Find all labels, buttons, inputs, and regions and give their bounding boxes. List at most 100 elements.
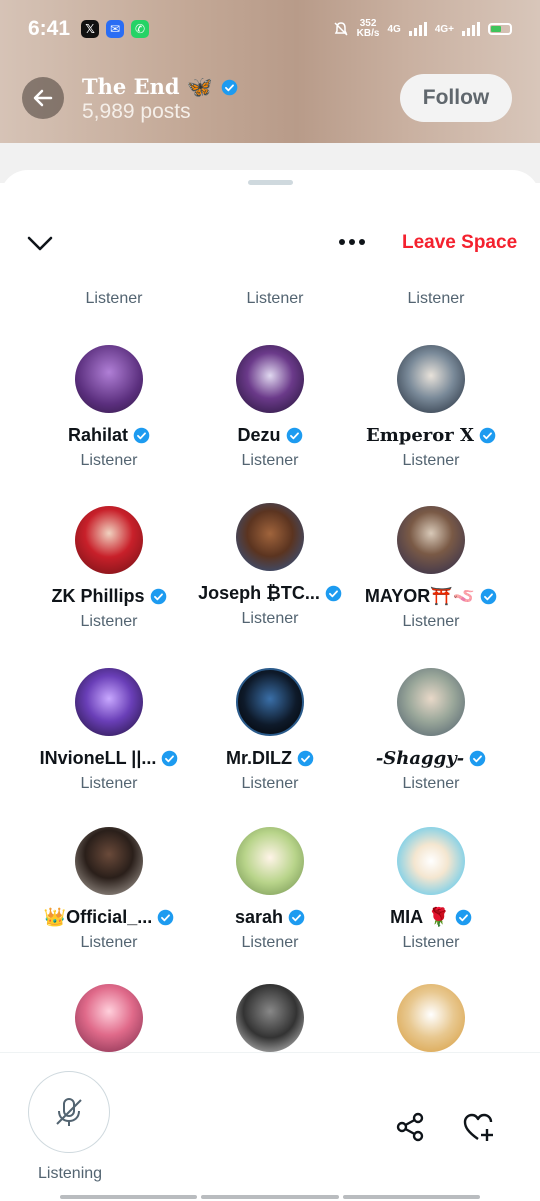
avatar: [236, 984, 304, 1052]
listener-item[interactable]: [185, 984, 355, 1052]
listener-item[interactable]: [24, 984, 194, 1052]
more-options-icon[interactable]: [338, 232, 366, 252]
listener-item[interactable]: sarah Listener: [185, 827, 355, 952]
avatar: [397, 984, 465, 1052]
back-button[interactable]: [22, 77, 64, 119]
verified-badge-icon: [221, 79, 238, 95]
avatar: [75, 827, 143, 895]
listener-item[interactable]: -Shaggy- Listener: [346, 668, 516, 793]
space-sheet: Leave Space Listener Listener Listener R…: [0, 170, 540, 1200]
listener-role: Listener: [80, 934, 138, 951]
verified-badge-icon: [162, 750, 178, 767]
follow-button[interactable]: Follow: [400, 74, 512, 122]
listener-name: Emperor X: [365, 425, 474, 446]
signal-2-icon: [462, 22, 480, 36]
listener-item[interactable]: 👑Official_... Listener: [24, 827, 194, 952]
listener-role: Listener: [402, 613, 460, 630]
listener-item[interactable]: Emperor X Listener: [346, 345, 516, 470]
avatar: [236, 827, 304, 895]
verified-badge-icon: [157, 909, 174, 926]
avatar: [236, 345, 304, 413]
network-speed: 352 KB/s: [356, 18, 380, 39]
listener-role-label: Listener: [246, 290, 304, 307]
listener-item[interactable]: INvioneLL ||... Listener: [24, 668, 194, 793]
status-time: 6:41: [28, 17, 71, 40]
listener-role-label: Listener: [85, 290, 143, 307]
mic-button[interactable]: [28, 1071, 110, 1153]
avatar: [75, 668, 143, 736]
listener-role: Listener: [241, 775, 299, 792]
avatar: [397, 345, 465, 413]
network-type-2: 4G+: [434, 23, 454, 35]
listener-role: Listener: [241, 934, 299, 951]
listener-item[interactable]: Mr.DILZ Listener: [185, 668, 355, 793]
listener-name: INvioneLL ||...: [39, 748, 157, 768]
listener-item[interactable]: Joseph ₿TC... Listener: [185, 503, 355, 628]
verified-badge-icon: [455, 909, 472, 926]
listener-name: Joseph ₿TC...: [198, 583, 320, 603]
chevron-down-icon[interactable]: [26, 232, 54, 254]
verified-badge-icon: [286, 427, 302, 444]
mic-off-icon: [56, 1098, 82, 1126]
listener-item[interactable]: MAYOR⛩️🪱 Listener: [346, 506, 516, 631]
listener-role: Listener: [402, 452, 460, 469]
verified-badge-icon: [325, 585, 342, 602]
avatar: [236, 503, 304, 571]
avatar: [236, 668, 304, 736]
avatar: [397, 506, 465, 574]
listener-role: Listener: [80, 613, 138, 630]
listener-name: Dezu: [237, 425, 281, 445]
verified-badge-icon: [133, 427, 150, 444]
share-icon[interactable]: [394, 1111, 426, 1143]
avatar: [75, 345, 143, 413]
x-app-icon: 𝕏: [81, 20, 100, 38]
gesture-nav-bar: [60, 1195, 480, 1199]
listener-name: MAYOR⛩️🪱: [364, 586, 476, 606]
listener-name: ZK Phillips: [51, 586, 145, 606]
listening-label: Listening: [38, 1165, 103, 1182]
listener-role-label: Listener: [407, 290, 465, 307]
signal-1-icon: [408, 22, 427, 36]
post-count: 5,989 posts: [82, 100, 191, 123]
verified-badge-icon: [479, 427, 496, 444]
listener-role: Listener: [402, 775, 460, 792]
listener-name: sarah: [234, 907, 284, 927]
listener-role: Listener: [80, 775, 138, 792]
arrow-left-icon: [33, 89, 53, 107]
listener-item[interactable]: Dezu Listener: [185, 345, 355, 470]
listener-role: Listener: [241, 610, 299, 627]
listener-name: MIA 🌹: [390, 907, 450, 927]
listener-item[interactable]: MIA 🌹 Listener: [346, 827, 516, 952]
battery-icon: [488, 23, 512, 35]
status-bar: 6:41 𝕏 ✉ ✆ 352 KB/s 4G 4G+: [0, 0, 540, 58]
profile-header: The End 🦋 5,989 posts Follow: [0, 74, 540, 130]
profile-title: The End 🦋: [82, 74, 238, 100]
avatar: [75, 506, 143, 574]
listener-item[interactable]: ZK Phillips Listener: [24, 506, 194, 631]
space-controls: Listening: [0, 1052, 540, 1201]
listener-name: Mr.DILZ: [226, 748, 292, 768]
listener-name: 👑Official_...: [43, 907, 153, 927]
messenger-icon: ✉: [106, 20, 125, 38]
avatar: [75, 984, 143, 1052]
listener-name: -Shaggy-: [375, 748, 465, 769]
verified-badge-icon: [480, 588, 497, 605]
leave-space-button[interactable]: Leave Space: [402, 232, 517, 254]
verified-badge-icon: [297, 750, 314, 767]
heart-plus-icon[interactable]: [462, 1111, 496, 1143]
listener-role: Listener: [402, 934, 460, 951]
verified-badge-icon: [288, 909, 305, 926]
listener-item[interactable]: [346, 984, 516, 1052]
verified-badge-icon: [469, 750, 486, 767]
listener-item[interactable]: Rahilat Listener: [24, 345, 194, 470]
network-type-1: 4G: [387, 23, 401, 35]
avatar: [397, 827, 465, 895]
whatsapp-icon: ✆: [131, 20, 150, 38]
mute-notifications-icon: [334, 22, 348, 36]
verified-badge-icon: [150, 588, 166, 605]
listener-role: Listener: [80, 452, 138, 469]
listener-role: Listener: [241, 452, 299, 469]
avatar: [397, 668, 465, 736]
drag-handle[interactable]: [248, 180, 293, 185]
listener-name: Rahilat: [67, 425, 128, 445]
